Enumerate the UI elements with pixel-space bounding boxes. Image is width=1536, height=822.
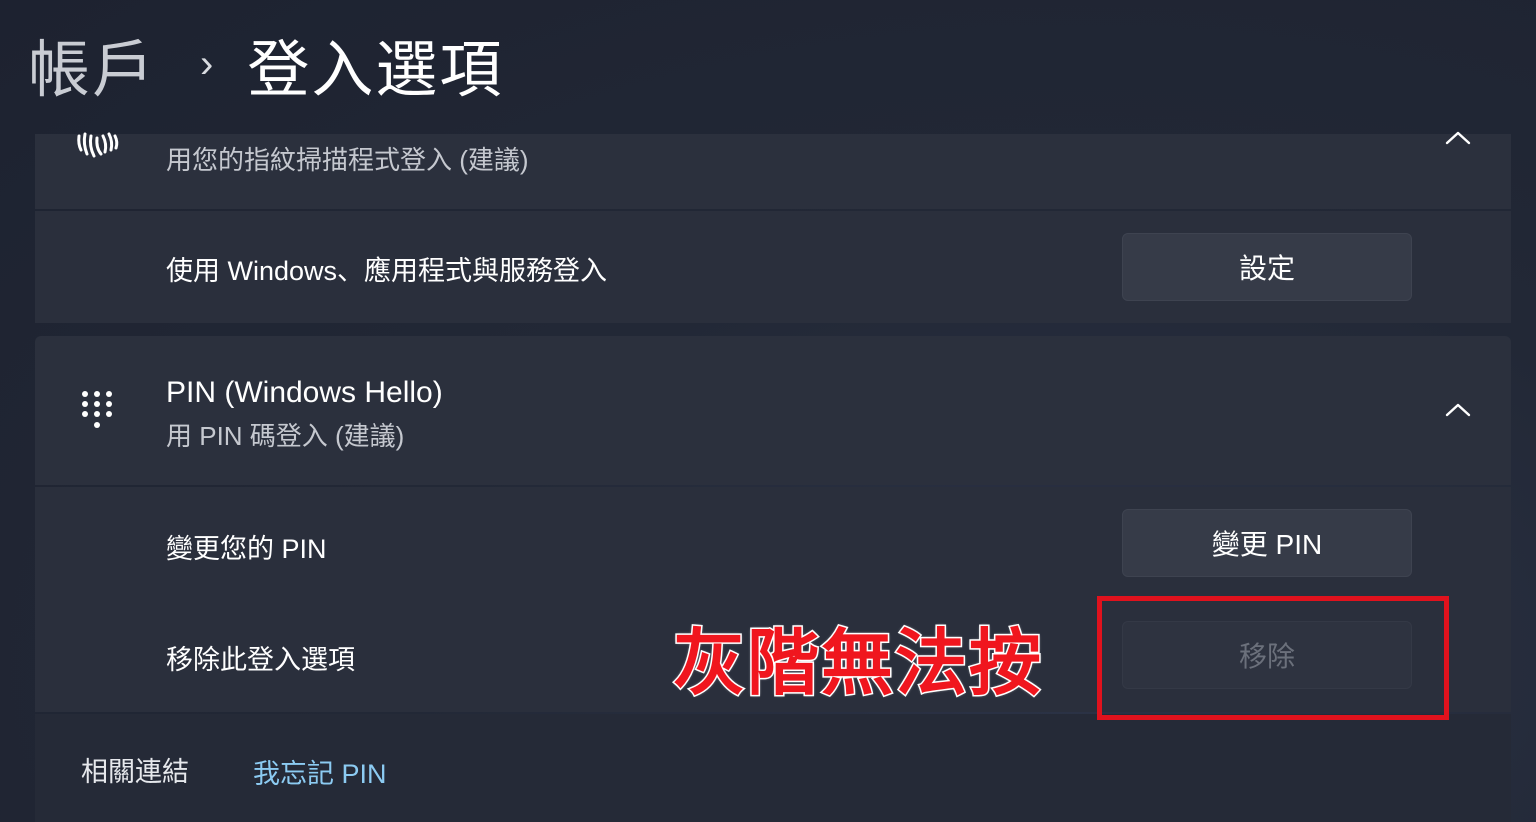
related-links-label: 相關連結 [81,757,189,787]
pin-title: PIN (Windows Hello) [166,376,443,409]
pin-description: 用 PIN 碼登入 (建議) [166,421,405,451]
fingerprint-description: 用您的指紋掃描程式登入 (建議) [166,145,529,175]
chevron-up-icon[interactable] [1445,130,1471,146]
fingerprint-setup-label: 使用 Windows、應用程式與服務登入 [166,256,608,286]
fingerprint-icon [77,132,119,158]
change-pin-label: 變更您的 PIN [166,534,327,564]
pin-keypad-icon [82,391,112,428]
chevron-up-icon[interactable] [1445,402,1471,418]
related-links-section: 相關連結 我忘記 PIN [35,714,1511,822]
pin-card-header[interactable]: PIN (Windows Hello) 用 PIN 碼登入 (建議) [35,336,1511,485]
breadcrumb: 帳戶 › 登入選項 [28,24,503,105]
remove-pin-label: 移除此登入選項 [166,645,355,675]
breadcrumb-separator-icon: › [200,41,214,86]
fingerprint-card-header[interactable]: 用您的指紋掃描程式登入 (建議) [35,131,1511,209]
page-title: 登入選項 [247,36,504,105]
annotation-text: 灰階無法按 [671,623,1044,706]
forgot-pin-link[interactable]: 我忘記 PIN [253,752,387,791]
fingerprint-setup-button[interactable]: 設定 [1122,233,1412,301]
annotation-highlight-box [1097,596,1449,720]
breadcrumb-parent-accounts[interactable]: 帳戶 [28,19,156,109]
change-pin-button[interactable]: 變更 PIN [1122,509,1412,577]
fingerprint-setup-row: 使用 Windows、應用程式與服務登入 設定 [35,211,1511,323]
